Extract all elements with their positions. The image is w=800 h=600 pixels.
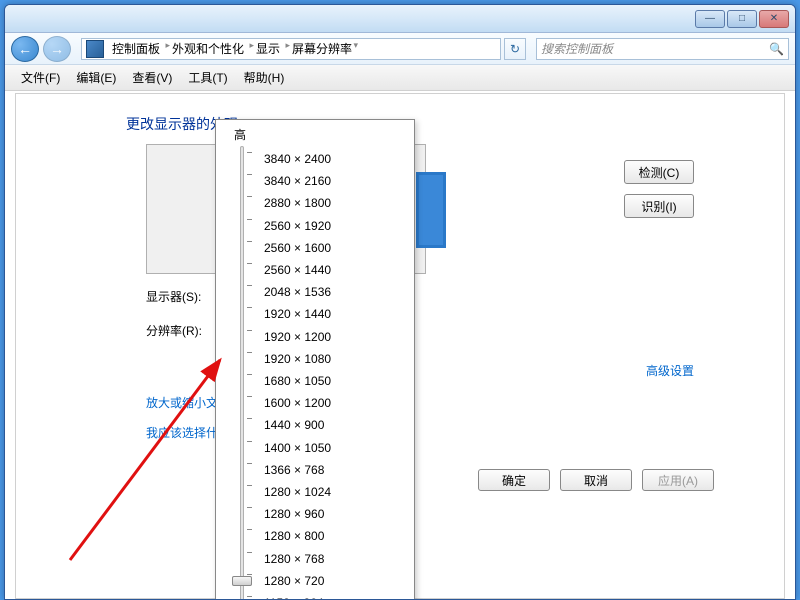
resolution-list: 3840 × 24003840 × 21602880 × 18002560 × …	[264, 148, 331, 600]
forward-button[interactable]: →	[43, 36, 71, 62]
resolution-option[interactable]: 1920 × 1080	[264, 348, 331, 370]
resolution-option[interactable]: 1600 × 1200	[264, 392, 331, 414]
resolution-option[interactable]: 1920 × 1440	[264, 303, 331, 325]
breadcrumb-seg[interactable]: 显示	[252, 40, 288, 57]
resolution-option[interactable]: 1366 × 768	[264, 459, 331, 481]
resolution-slider[interactable]	[230, 146, 254, 600]
cancel-button[interactable]: 取消	[560, 469, 632, 491]
resolution-option[interactable]: 1152 × 864	[264, 592, 331, 600]
menu-file[interactable]: 文件(F)	[13, 65, 68, 90]
menu-edit[interactable]: 编辑(E)	[68, 65, 124, 90]
resolution-option[interactable]: 1280 × 1024	[264, 481, 331, 503]
window-frame: — □ ✕ ← → 控制面板 外观和个性化 显示 屏幕分辨率 ↻ 搜索控制面板 …	[4, 4, 796, 600]
search-input[interactable]: 搜索控制面板 🔍	[536, 38, 789, 60]
resolution-dropdown[interactable]: 高 3840 × 24003840 × 21602880 × 18002560 …	[215, 119, 415, 600]
close-button[interactable]: ✕	[759, 10, 789, 28]
search-icon[interactable]: 🔍	[769, 42, 784, 56]
display-label: 显示器(S):	[146, 288, 201, 305]
maximize-button[interactable]: □	[727, 10, 757, 28]
control-panel-icon	[86, 40, 104, 58]
search-placeholder: 搜索控制面板	[541, 40, 613, 57]
menubar: 文件(F) 编辑(E) 查看(V) 工具(T) 帮助(H)	[5, 65, 795, 91]
navbar: ← → 控制面板 外观和个性化 显示 屏幕分辨率 ↻ 搜索控制面板 🔍	[5, 33, 795, 65]
breadcrumb-seg[interactable]: 屏幕分辨率	[288, 40, 360, 57]
menu-tools[interactable]: 工具(T)	[180, 65, 235, 90]
resolution-option[interactable]: 2880 × 1800	[264, 192, 331, 214]
ok-button[interactable]: 确定	[478, 469, 550, 491]
resolution-option[interactable]: 1920 × 1200	[264, 326, 331, 348]
minimize-button[interactable]: —	[695, 10, 725, 28]
menu-help[interactable]: 帮助(H)	[236, 65, 293, 90]
resolution-option[interactable]: 1280 × 720	[264, 570, 331, 592]
resolution-option[interactable]: 1400 × 1050	[264, 437, 331, 459]
breadcrumb-seg[interactable]: 控制面板	[108, 40, 168, 57]
apply-button[interactable]: 应用(A)	[642, 469, 714, 491]
resolution-option[interactable]: 3840 × 2160	[264, 170, 331, 192]
monitor-highlight-box	[416, 172, 446, 248]
resolution-label: 分辨率(R):	[146, 322, 202, 339]
resolution-high-label: 高	[216, 120, 414, 145]
resolution-option[interactable]: 1440 × 900	[264, 414, 331, 436]
resolution-option[interactable]: 1280 × 800	[264, 525, 331, 547]
identify-button[interactable]: 识别(I)	[624, 194, 694, 218]
titlebar: — □ ✕	[5, 5, 795, 33]
advanced-settings-link[interactable]: 高级设置	[646, 362, 694, 379]
slider-track[interactable]	[240, 146, 244, 600]
resolution-option[interactable]: 1280 × 768	[264, 548, 331, 570]
breadcrumb-seg[interactable]: 外观和个性化	[168, 40, 252, 57]
resolution-option[interactable]: 2560 × 1600	[264, 237, 331, 259]
refresh-button[interactable]: ↻	[504, 38, 526, 60]
resolution-option[interactable]: 2560 × 1920	[264, 215, 331, 237]
back-button[interactable]: ←	[11, 36, 39, 62]
dialog-buttons: 确定 取消 应用(A)	[478, 469, 714, 491]
resolution-option[interactable]: 1680 × 1050	[264, 370, 331, 392]
menu-view[interactable]: 查看(V)	[124, 65, 180, 90]
resolution-option[interactable]: 3840 × 2400	[264, 148, 331, 170]
breadcrumb[interactable]: 控制面板 外观和个性化 显示 屏幕分辨率	[81, 38, 501, 60]
resolution-option[interactable]: 1280 × 960	[264, 503, 331, 525]
resolution-option[interactable]: 2048 × 1536	[264, 281, 331, 303]
resolution-option[interactable]: 2560 × 1440	[264, 259, 331, 281]
detect-button[interactable]: 检测(C)	[624, 160, 694, 184]
slider-thumb[interactable]	[232, 576, 252, 586]
